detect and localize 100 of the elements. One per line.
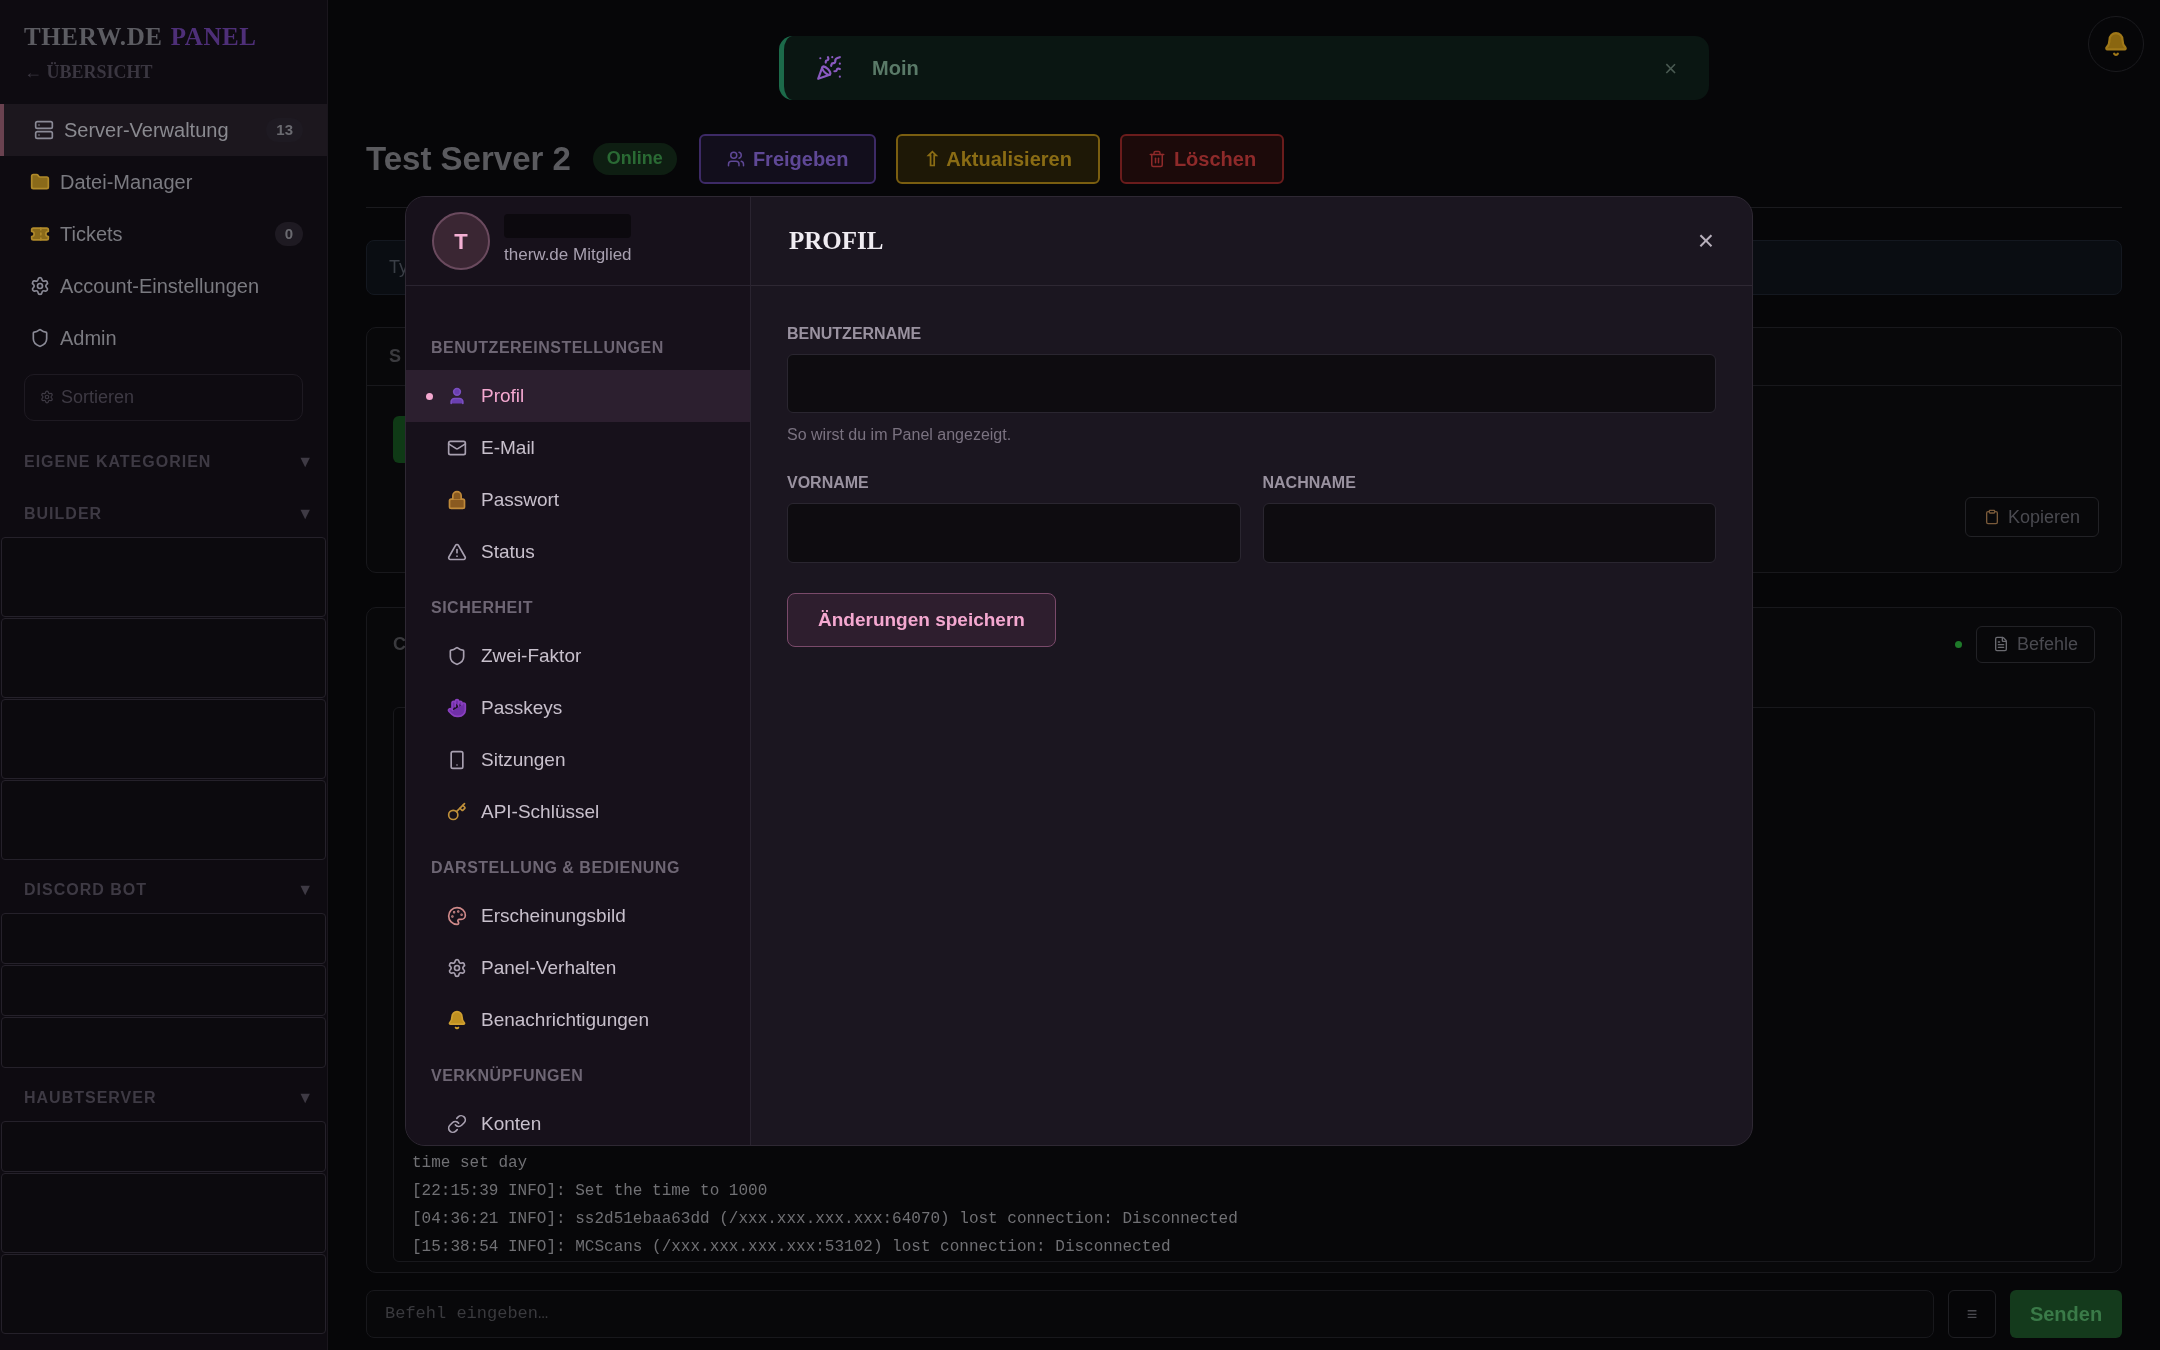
nav-label: Account-Einstellungen [60,274,260,299]
shield-icon [447,646,467,666]
ticket-icon [30,224,50,244]
section-title: BENUTZEREINSTELLUNGEN [430,338,665,358]
server-card[interactable] [1,1173,326,1253]
lock-icon [447,490,467,510]
link-icon [447,1114,467,1134]
close-button[interactable]: × [1664,51,1677,85]
settings-nav-item[interactable]: Konten [406,1098,750,1145]
save-button[interactable]: Änderungen speichern [787,593,1056,647]
folder-icon [30,172,50,192]
section-title: VERKNÜPFUNGEN [430,1065,585,1086]
send-button[interactable]: Senden [2010,1290,2122,1338]
palette-icon [447,906,467,926]
nav-item[interactable]: Account-Einstellungen [0,260,327,312]
server-card[interactable] [1,913,326,964]
brand-name: THERW.DE [24,24,163,49]
nav-item[interactable]: Tickets 0 [0,208,327,260]
server-card[interactable] [1,618,326,698]
server-icon [34,120,54,140]
shield-icon [30,328,50,348]
section-title: SICHERHEIT [430,598,534,618]
settings-nav-item[interactable]: Status [406,526,750,578]
settings-nav-item[interactable]: Sitzungen [406,734,750,786]
settings-nav-item[interactable]: Passwort [406,474,750,526]
server-card[interactable] [1,537,326,617]
settings-nav-item[interactable]: Profil [406,370,750,422]
nav-label: API-Schlüssel [481,799,600,824]
settings-nav-item[interactable]: API-Schlüssel [406,786,750,838]
party-popper-icon [816,55,842,81]
warning-icon [447,542,467,562]
nav-label: E-Mail [481,435,535,460]
console-line: time set day [412,1153,529,1173]
phone-icon [447,750,467,770]
settings-nav-item[interactable]: Benachrichtigungen [406,994,750,1046]
brand-suffix: PANEL [170,24,257,49]
nav-label: Server-Verwaltung [64,118,230,143]
console-line: [04:36:21 INFO]: ss2d51ebaa63dd (/xxx.xxx.xxx.xxx:64070) lost connection: Disconnected [412,1209,1239,1229]
server-title: Test Server 2 [366,138,571,179]
key-icon [447,802,467,822]
server-card[interactable] [1,1121,326,1172]
nav-label: Passwort [481,487,560,512]
settings-icon [40,390,54,404]
close-button[interactable]: × [1697,220,1714,262]
nav-label: Benachrichtigungen [481,1007,649,1032]
nav-label: Passkeys [481,695,563,720]
trash-icon [1147,149,1166,168]
server-card[interactable] [1,1017,326,1068]
settings-nav-item[interactable]: Passkeys [406,682,750,734]
nav-label: Profil [481,383,525,408]
bell-icon [2103,31,2129,57]
settings-icon [30,276,50,296]
server-card[interactable] [1,699,326,779]
nav-label: Erscheinungsbild [481,903,626,928]
section-title: DARSTELLUNG & BEDIENUNG [430,858,681,878]
settings-icon [447,958,467,978]
count-badge: 13 [266,118,303,142]
nav-label: Datei-Manager [60,170,194,195]
server-card[interactable] [1,1254,326,1334]
server-card[interactable] [1,780,326,860]
menu-button[interactable]: ≡ [1948,1290,1996,1338]
status-badge: Online [592,142,677,175]
nav-label: Admin [60,326,118,351]
people-icon [726,149,745,168]
settings-nav-item[interactable]: Zwei-Faktor [406,630,750,682]
console-line: [15:38:54 INFO]: MCScans (/xxx.xxx.xxx.xxx:53102) lost connection: Disconnected [412,1237,1172,1257]
hand-icon [447,698,467,718]
nav-item[interactable]: Server-Verwaltung 13 [0,104,327,156]
nav-label: Sitzungen [481,747,566,772]
nav-item[interactable]: Datei-Manager [0,156,327,208]
clipboard-icon [1983,509,2000,525]
user-role: therw.de Mitglied [504,244,632,267]
nav-item[interactable]: Admin [0,312,327,364]
settings-nav-item[interactable]: E-Mail [406,422,750,474]
nav-label: Panel-Verhalten [481,955,617,980]
name-field[interactable] [1262,503,1716,563]
action-button[interactable]: ⇧ Aktualisieren [896,133,1100,184]
field-label: BENUTZERNAME [787,324,923,344]
nav-label: Tickets [60,222,124,247]
field-hint: So wirst du im Panel angezeigt. [787,425,1013,445]
console-line: [22:15:39 INFO]: Set the time to 1000 [412,1181,769,1201]
nav-label: Konten [481,1111,542,1136]
dialog-title: PROFIL [789,226,884,257]
field-label: VORNAME [787,473,870,493]
toast-message: Moin [872,56,920,81]
server-card[interactable] [1,965,326,1016]
field-label: NACHNAME [1262,473,1357,493]
action-button[interactable]: Freigeben [698,133,877,184]
count-badge: 0 [274,222,303,246]
user-icon [447,386,467,406]
document-icon [1992,636,2009,652]
name-field[interactable] [787,503,1241,563]
username-field[interactable] [787,354,1716,413]
bell-icon [447,1010,467,1030]
nav-label: Status [481,539,535,564]
settings-nav-item[interactable]: Panel-Verhalten [406,942,750,994]
avatar: T [432,212,490,270]
mail-icon [447,438,467,458]
nav-label: Zwei-Faktor [481,643,582,668]
settings-nav-item[interactable]: Erscheinungsbild [406,890,750,942]
